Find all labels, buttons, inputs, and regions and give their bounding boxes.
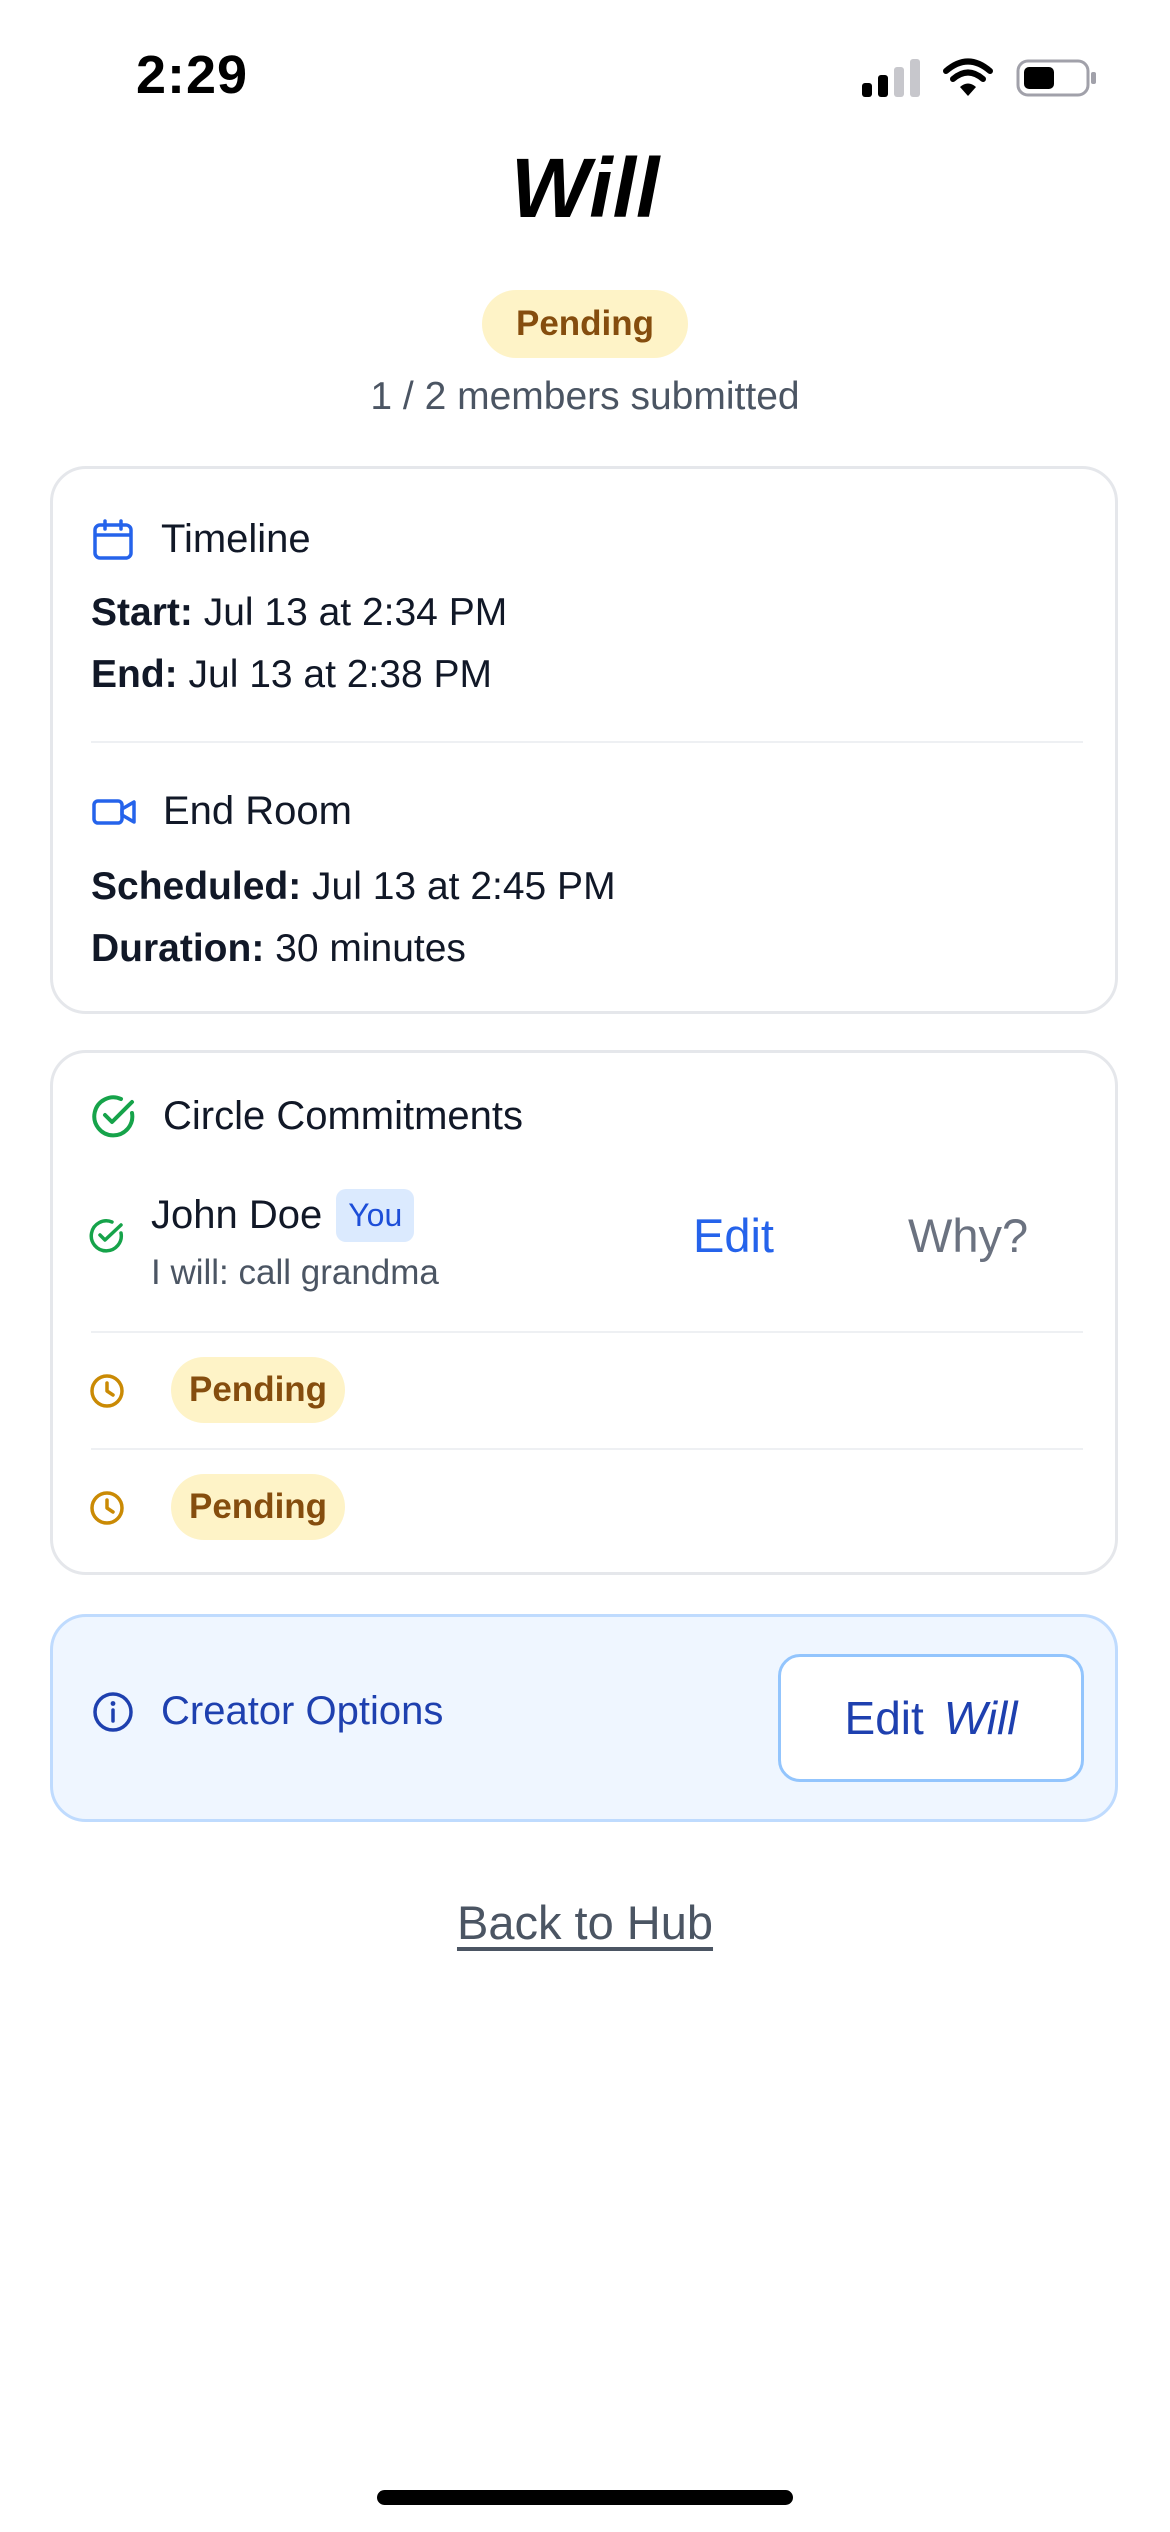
calendar-icon (93, 518, 133, 560)
submitted-check-icon (89, 1219, 124, 1253)
end-room-scheduled: Scheduled: Jul 13 at 2:45 PM (91, 865, 616, 909)
timeline-card: Timeline Start: Jul 13 at 2:34 PM End: J… (50, 466, 1118, 1014)
commitment-text: I will: call grandma (151, 1253, 439, 1292)
back-to-hub-link[interactable]: Back to Hub (0, 1895, 1170, 1950)
timeline-end: End: Jul 13 at 2:38 PM (91, 653, 492, 697)
edit-commitment-button[interactable]: Edit (693, 1208, 774, 1263)
page-title: Will (510, 141, 660, 235)
commitments-header: Circle Commitments (91, 1093, 523, 1139)
wifi-icon (943, 58, 993, 96)
status-badge: Pending (481, 290, 689, 358)
creator-options-card: Creator Options Edit Will (50, 1614, 1118, 1822)
status-time: 2:29 (136, 45, 249, 105)
creator-options-label-row: Creator Options (91, 1689, 443, 1734)
clock-icon (90, 1374, 124, 1408)
member-name-row: John Doe You (151, 1189, 415, 1242)
end-room-header: End Room (91, 789, 352, 834)
status-bar: 2:29 (0, 0, 1170, 150)
you-badge: You (336, 1189, 415, 1242)
edit-will-suffix: Will (943, 1692, 1018, 1744)
clock-icon (90, 1491, 124, 1525)
battery-icon (1016, 59, 1096, 97)
check-circle-icon (92, 1095, 135, 1138)
home-indicator[interactable] (377, 2490, 793, 2505)
start-label: Start: (91, 591, 193, 634)
video-camera-icon (92, 798, 136, 825)
creator-options-label: Creator Options (161, 1689, 444, 1733)
divider (91, 1331, 1083, 1333)
duration-label: Duration: (91, 927, 265, 970)
info-icon (93, 1691, 133, 1732)
edit-will-button[interactable]: Edit Will (778, 1654, 1084, 1782)
pending-badge: Pending (171, 1357, 346, 1423)
submission-count: 1 / 2 members submitted (370, 375, 800, 418)
divider (91, 741, 1083, 743)
start-value: Jul 13 at 2:34 PM (203, 591, 508, 634)
member-name: John Doe (151, 1193, 323, 1237)
circle-commitments-card: Circle Commitments John Doe You I will: … (50, 1050, 1118, 1575)
scheduled-value: Jul 13 at 2:45 PM (312, 865, 616, 908)
end-room-heading: End Room (163, 789, 352, 833)
status-icons (862, 58, 1098, 98)
scheduled-label: Scheduled: (91, 865, 302, 908)
commitments-heading: Circle Commitments (163, 1093, 524, 1138)
timeline-heading: Timeline (161, 517, 311, 561)
duration-value: 30 minutes (275, 927, 466, 970)
pending-badge: Pending (171, 1474, 346, 1540)
end-room-duration: Duration: 30 minutes (91, 927, 466, 971)
timeline-header: Timeline (91, 517, 311, 562)
edit-will-prefix: Edit (844, 1692, 924, 1744)
timeline-start: Start: Jul 13 at 2:34 PM (91, 591, 507, 635)
cellular-signal-icon (862, 59, 920, 97)
divider (91, 1448, 1083, 1450)
why-button[interactable]: Why? (908, 1208, 1028, 1263)
status-badge-wrap: Pending (0, 290, 1170, 358)
end-label: End: (91, 653, 178, 696)
end-value: Jul 13 at 2:38 PM (188, 653, 493, 696)
